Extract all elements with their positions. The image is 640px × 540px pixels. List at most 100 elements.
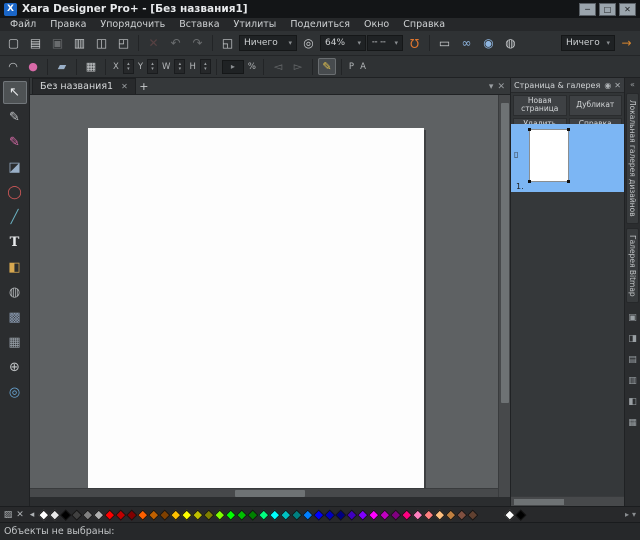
color-swatch[interactable] <box>357 508 368 522</box>
color-swatch[interactable] <box>148 508 159 522</box>
font-gallery-icon[interactable]: ▥ <box>627 375 639 387</box>
panel-close-icon[interactable]: ✕ <box>614 81 621 90</box>
ellipse-tool[interactable]: ◯ <box>3 181 27 204</box>
panel-scrollbar[interactable] <box>511 496 624 506</box>
page-thumbnail[interactable] <box>529 129 569 182</box>
angle-field[interactable]: ▸ <box>222 60 244 74</box>
publish-icon[interactable]: ◍ <box>500 33 521 53</box>
fill-gallery-icon[interactable]: ▣ <box>627 312 639 324</box>
name-gallery-icon[interactable]: ▦ <box>627 417 639 429</box>
print-icon[interactable]: ▥ <box>69 33 90 53</box>
eraser-tool[interactable]: ◪ <box>3 156 27 179</box>
line-gallery-icon[interactable]: ▤ <box>627 354 639 366</box>
palette-scroll-right-icon[interactable]: ▸ <box>625 510 629 519</box>
color-swatch[interactable] <box>38 508 49 522</box>
color-swatch[interactable] <box>225 508 236 522</box>
vertical-scrollbar-thumb[interactable] <box>501 103 509 403</box>
transparency-tool[interactable]: ◍ <box>3 281 27 304</box>
color-swatch[interactable] <box>335 508 346 522</box>
y-stepper[interactable]: ▴▾ <box>147 59 158 74</box>
color-swatch[interactable] <box>115 508 126 522</box>
color-swatch[interactable] <box>280 508 291 522</box>
menu-item[interactable]: Утилиты <box>227 18 284 31</box>
color-swatch[interactable] <box>170 508 181 522</box>
color-swatch[interactable] <box>504 508 515 522</box>
canvas-background[interactable] <box>30 95 498 497</box>
flip-horizontal-icon[interactable]: ◅ <box>269 58 287 75</box>
color-swatch[interactable] <box>93 508 104 522</box>
color-swatch[interactable] <box>515 508 526 522</box>
color-swatch[interactable] <box>445 508 456 522</box>
fill-tool[interactable]: ◧ <box>3 256 27 279</box>
color-swatch[interactable] <box>71 508 82 522</box>
color-swatch[interactable] <box>181 508 192 522</box>
smoothing-point-icon[interactable]: ● <box>24 58 42 75</box>
menu-item[interactable]: Файл <box>3 18 43 31</box>
line-style-combo[interactable]: ╌ ╌▾ <box>367 35 403 51</box>
menu-item[interactable]: Справка <box>396 18 452 31</box>
tab-bitmap-gallery[interactable]: Галерея Bitmap <box>626 228 639 304</box>
color-gallery-icon[interactable]: ◧ <box>627 396 639 408</box>
vertical-scrollbar[interactable] <box>498 95 510 497</box>
color-swatch[interactable] <box>379 508 390 522</box>
text-tool[interactable]: T <box>3 231 27 254</box>
document-tab[interactable]: Без названия1 ✕ <box>32 78 136 94</box>
horizontal-scrollbar[interactable] <box>30 488 498 497</box>
document-page[interactable] <box>88 128 424 488</box>
color-swatch[interactable] <box>346 508 357 522</box>
color-swatch[interactable] <box>126 508 137 522</box>
open-icon[interactable]: ▤ <box>25 33 46 53</box>
pin-icon[interactable]: ◉ <box>604 81 611 90</box>
delete-icon[interactable]: ✕ <box>143 33 164 53</box>
color-swatch[interactable] <box>313 508 324 522</box>
save-icon[interactable]: ▣ <box>47 33 68 53</box>
freehand-curve-icon[interactable]: ◠ <box>4 58 22 75</box>
color-swatch[interactable] <box>423 508 434 522</box>
bevel-tool[interactable]: ▦ <box>3 331 27 354</box>
new-tab-button[interactable]: + <box>136 79 152 94</box>
w-stepper[interactable]: ▴▾ <box>174 59 185 74</box>
panel-scrollbar-thumb[interactable] <box>514 499 564 505</box>
undo-icon[interactable]: ↶ <box>165 33 186 53</box>
color-editor-icon[interactable]: ▨ <box>2 508 14 522</box>
color-swatch[interactable] <box>82 508 93 522</box>
redo-icon[interactable]: ↷ <box>187 33 208 53</box>
color-swatch[interactable] <box>214 508 225 522</box>
tab-list-icon[interactable]: ▾ <box>489 82 494 92</box>
color-swatch[interactable] <box>456 508 467 522</box>
flip-vertical-icon[interactable]: ▻ <box>289 58 307 75</box>
color-swatch[interactable] <box>269 508 280 522</box>
x-stepper[interactable]: ▴▾ <box>123 59 134 74</box>
color-swatch[interactable] <box>203 508 214 522</box>
color-swatch[interactable] <box>236 508 247 522</box>
menu-item[interactable]: Окно <box>357 18 396 31</box>
color-swatch[interactable] <box>324 508 335 522</box>
style-dropdown[interactable]: Ничего▾ <box>239 35 297 51</box>
selector-tool[interactable]: ↖ <box>3 81 27 104</box>
eraser-mode-icon[interactable]: ▰ <box>53 58 71 75</box>
new-document-icon[interactable]: ▢ <box>3 33 24 53</box>
tab-designs-gallery[interactable]: Локальная галерея дизайнов <box>626 93 639 224</box>
menu-item[interactable]: Правка <box>43 18 93 31</box>
palette-scroll-left-icon[interactable]: ◂ <box>26 508 38 522</box>
shadow-tool[interactable]: ▩ <box>3 306 27 329</box>
snap-magnet-icon[interactable]: Ω <box>404 33 425 53</box>
color-swatch[interactable] <box>60 508 71 522</box>
color-swatch[interactable] <box>192 508 203 522</box>
color-swatch[interactable] <box>467 508 478 522</box>
maximize-button[interactable]: □ <box>599 3 616 16</box>
color-swatch[interactable] <box>247 508 258 522</box>
tab-close-icon[interactable]: ✕ <box>121 82 128 91</box>
zoom-level-combo[interactable]: 64%▾ <box>320 35 366 51</box>
menu-item[interactable]: Упорядочить <box>93 18 172 31</box>
page-options-icon[interactable]: ▭ <box>434 33 455 53</box>
paste-icon[interactable]: ◰ <box>113 33 134 53</box>
zoom-magnifier-icon[interactable]: ◎ <box>298 33 319 53</box>
color-swatch[interactable] <box>291 508 302 522</box>
frame-gallery-icon[interactable]: ◨ <box>627 333 639 345</box>
color-swatch[interactable] <box>434 508 445 522</box>
copy-icon[interactable]: ◫ <box>91 33 112 53</box>
color-swatch[interactable] <box>412 508 423 522</box>
link-icon[interactable]: ∞ <box>456 33 477 53</box>
shape-editor-tool[interactable]: ✎ <box>3 106 27 129</box>
